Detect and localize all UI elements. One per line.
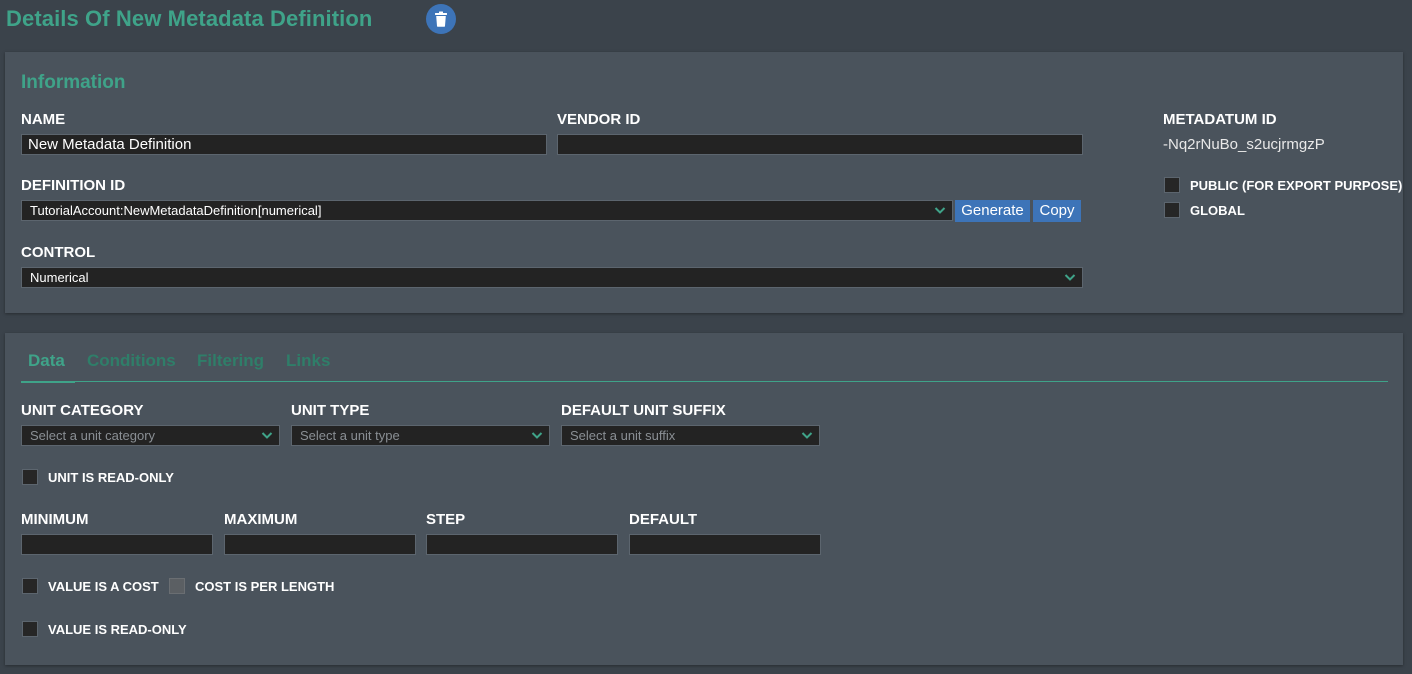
metadatum-id-label: METADATUM ID bbox=[1163, 111, 1277, 128]
global-checkbox-label: GLOBAL bbox=[1190, 203, 1245, 218]
unit-type-label: UNIT TYPE bbox=[291, 402, 370, 419]
minimum-label: MINIMUM bbox=[21, 511, 89, 528]
control-label: CONTROL bbox=[21, 244, 96, 261]
control-value: Numerical bbox=[30, 270, 89, 285]
name-label: NAME bbox=[21, 111, 66, 128]
tab-data[interactable]: Data bbox=[28, 351, 65, 371]
chevron-down-icon bbox=[1064, 274, 1076, 281]
unit-category-select[interactable]: Select a unit category bbox=[21, 425, 280, 446]
metadatum-id-value: -Nq2rNuBo_s2ucjrmgzP bbox=[1163, 136, 1325, 153]
tab-conditions[interactable]: Conditions bbox=[87, 351, 176, 371]
vendor-id-input[interactable] bbox=[557, 134, 1083, 155]
public-checkbox[interactable] bbox=[1164, 177, 1180, 193]
details-tabs-panel: Data Conditions Filtering Links UNIT CAT… bbox=[5, 333, 1403, 665]
chevron-down-icon bbox=[531, 432, 543, 439]
default-input[interactable] bbox=[629, 534, 821, 555]
global-checkbox[interactable] bbox=[1164, 202, 1180, 218]
definition-id-label: DEFINITION ID bbox=[21, 177, 126, 194]
cost-per-length-label: COST IS PER LENGTH bbox=[195, 579, 335, 594]
section-title-information: Information bbox=[21, 72, 126, 93]
default-label: DEFAULT bbox=[629, 511, 698, 528]
unit-type-placeholder: Select a unit type bbox=[300, 428, 400, 443]
active-tab-indicator bbox=[21, 381, 75, 383]
generate-button[interactable]: Generate bbox=[955, 200, 1030, 222]
step-input[interactable] bbox=[426, 534, 618, 555]
definition-id-value: TutorialAccount:NewMetadataDefinition[nu… bbox=[30, 203, 322, 218]
value-read-only-label: VALUE IS READ-ONLY bbox=[48, 622, 187, 637]
unit-read-only-label: UNIT IS READ-ONLY bbox=[48, 470, 174, 485]
tab-filtering[interactable]: Filtering bbox=[197, 351, 264, 371]
unit-type-select[interactable]: Select a unit type bbox=[291, 425, 550, 446]
cost-per-length-checkbox[interactable] bbox=[169, 578, 185, 594]
unit-read-only-checkbox[interactable] bbox=[22, 469, 38, 485]
chevron-down-icon bbox=[934, 207, 946, 214]
delete-button[interactable] bbox=[426, 4, 456, 34]
unit-category-placeholder: Select a unit category bbox=[30, 428, 156, 443]
value-read-only-checkbox[interactable] bbox=[22, 621, 38, 637]
step-label: STEP bbox=[426, 511, 466, 528]
tab-links[interactable]: Links bbox=[286, 351, 330, 371]
chevron-down-icon bbox=[261, 432, 273, 439]
name-input[interactable]: New Metadata Definition bbox=[21, 134, 547, 155]
tab-divider bbox=[21, 381, 1388, 382]
information-panel: Information NAME New Metadata Definition… bbox=[5, 52, 1403, 313]
default-unit-suffix-placeholder: Select a unit suffix bbox=[570, 428, 676, 443]
copy-button[interactable]: Copy bbox=[1033, 200, 1081, 222]
control-select[interactable]: Numerical bbox=[21, 267, 1083, 288]
value-is-cost-checkbox[interactable] bbox=[22, 578, 38, 594]
default-unit-suffix-label: DEFAULT UNIT SUFFIX bbox=[561, 402, 726, 419]
trash-icon bbox=[435, 11, 447, 27]
value-is-cost-label: VALUE IS A COST bbox=[48, 579, 159, 594]
page-title: Details Of New Metadata Definition bbox=[6, 6, 373, 31]
unit-category-label: UNIT CATEGORY bbox=[21, 402, 144, 419]
minimum-input[interactable] bbox=[21, 534, 213, 555]
default-unit-suffix-select[interactable]: Select a unit suffix bbox=[561, 425, 820, 446]
maximum-input[interactable] bbox=[224, 534, 416, 555]
definition-id-select[interactable]: TutorialAccount:NewMetadataDefinition[nu… bbox=[21, 200, 953, 221]
maximum-label: MAXIMUM bbox=[224, 511, 298, 528]
public-checkbox-label: PUBLIC (FOR EXPORT PURPOSE) bbox=[1190, 178, 1403, 193]
vendor-id-label: VENDOR ID bbox=[557, 111, 641, 128]
chevron-down-icon bbox=[801, 432, 813, 439]
